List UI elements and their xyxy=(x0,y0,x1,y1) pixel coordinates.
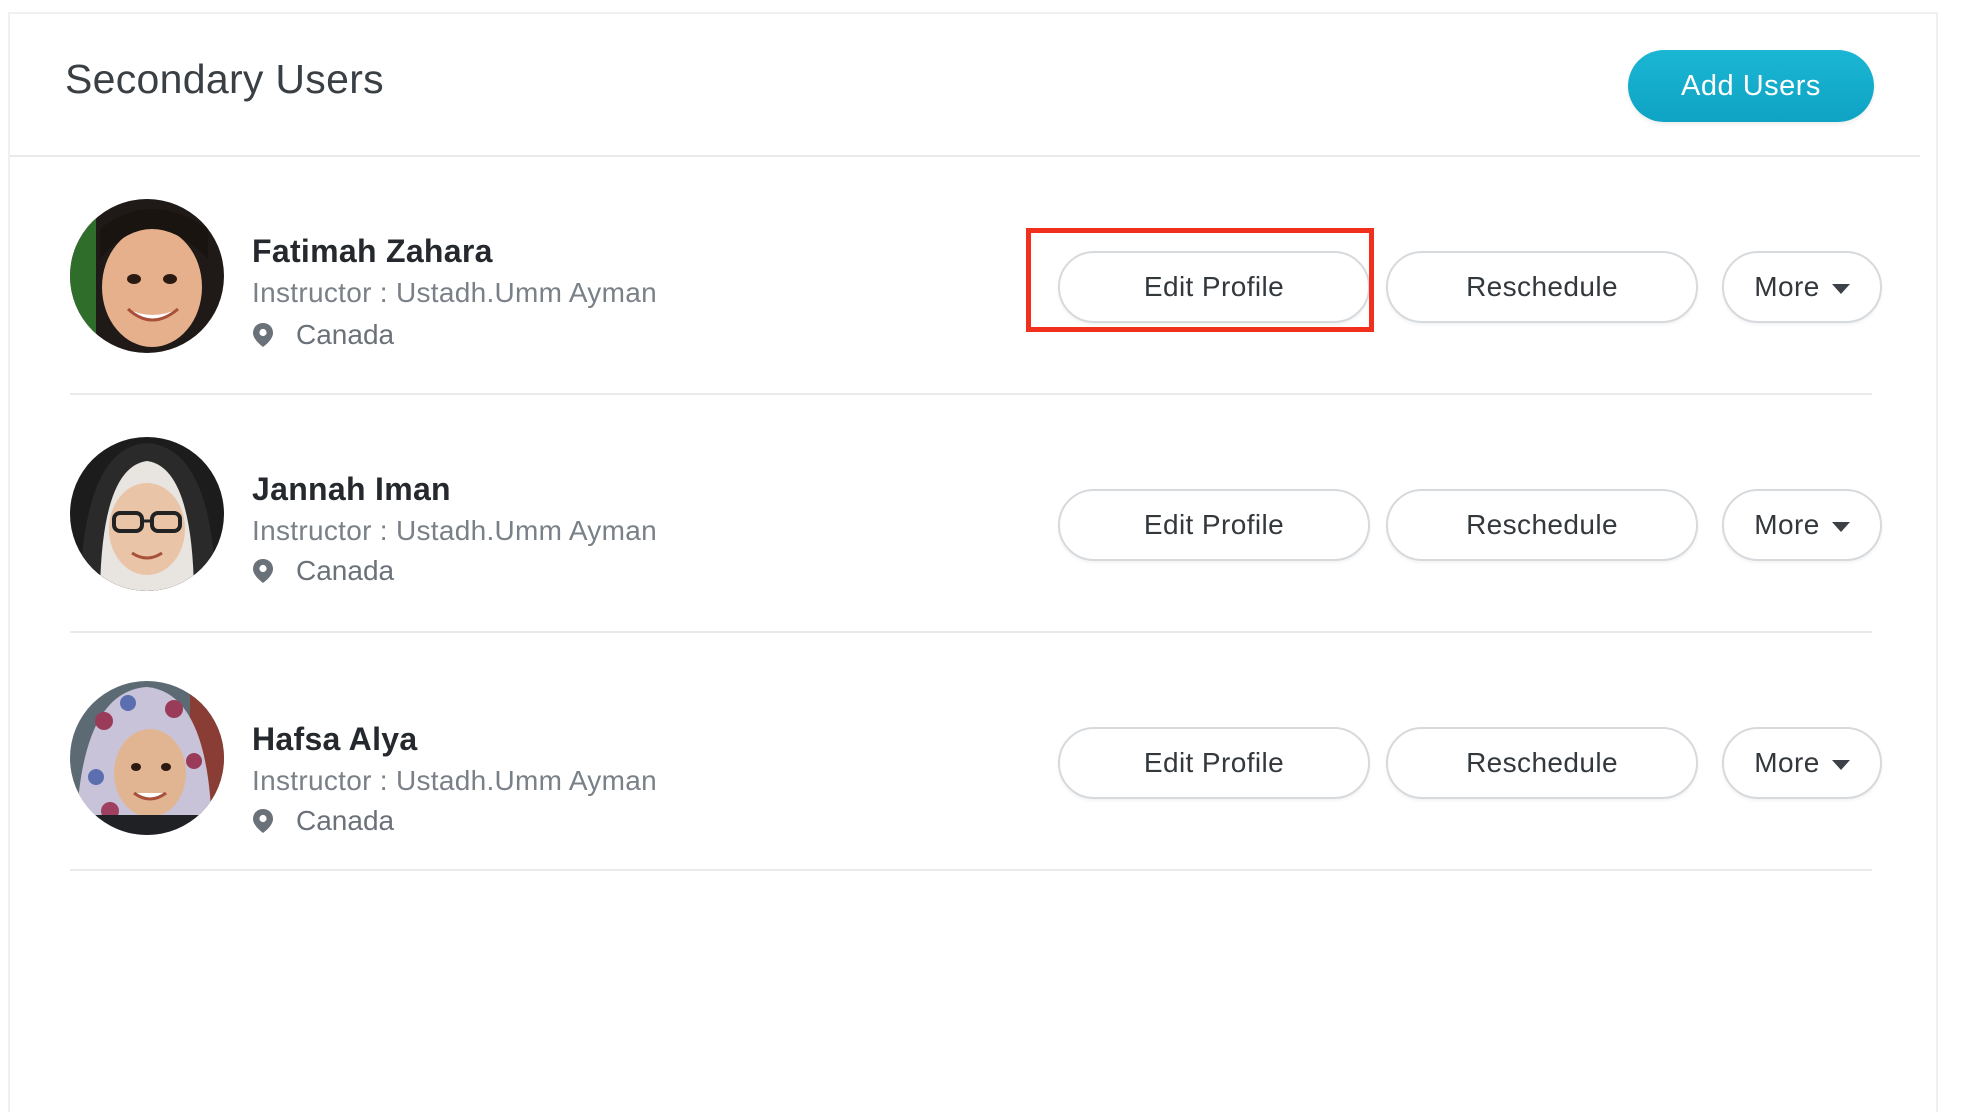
user-instructor: Instructor : Ustadh.Umm Ayman xyxy=(252,277,657,308)
caret-down-icon xyxy=(1831,283,1850,294)
avatar-image xyxy=(70,437,224,591)
user-name: Jannah Iman xyxy=(252,471,451,507)
add-users-button[interactable]: Add Users xyxy=(1628,50,1874,122)
avatar-image xyxy=(70,199,224,353)
user-instructor: Instructor : Ustadh.Umm Ayman xyxy=(252,515,657,546)
caret-down-icon xyxy=(1831,759,1850,770)
caret-down-icon xyxy=(1831,521,1850,532)
user-row: Fatimah Zahara Instructor : Ustadh.Umm A… xyxy=(70,157,1882,395)
location-text: Canada xyxy=(296,319,395,350)
more-dropdown-button[interactable]: More xyxy=(1722,727,1882,799)
user-instructor: Instructor : Ustadh.Umm Ayman xyxy=(252,765,657,796)
map-pin-icon xyxy=(253,323,273,347)
user-name: Fatimah Zahara xyxy=(252,233,493,269)
reschedule-button[interactable]: Reschedule xyxy=(1386,489,1698,561)
location-text: Canada xyxy=(296,555,395,586)
avatar xyxy=(70,437,224,591)
map-pin-icon xyxy=(253,559,273,583)
user-location: Canada xyxy=(252,319,394,351)
map-pin-icon xyxy=(253,809,273,833)
user-name: Hafsa Alya xyxy=(252,721,418,757)
more-label: More xyxy=(1754,747,1820,778)
avatar xyxy=(70,199,224,353)
secondary-users-panel: Secondary Users Add Users Fatimah Zahara… xyxy=(8,12,1938,1112)
reschedule-button[interactable]: Reschedule xyxy=(1386,727,1698,799)
page-title: Secondary Users xyxy=(65,56,384,102)
edit-profile-button[interactable]: Edit Profile xyxy=(1058,251,1370,323)
more-dropdown-button[interactable]: More xyxy=(1722,489,1882,561)
user-row: Hafsa Alya Instructor : Ustadh.Umm Ayman… xyxy=(70,633,1882,871)
edit-profile-button[interactable]: Edit Profile xyxy=(1058,727,1370,799)
user-row: Jannah Iman Instructor : Ustadh.Umm Ayma… xyxy=(70,395,1882,633)
avatar-image xyxy=(70,681,224,835)
more-label: More xyxy=(1754,271,1820,302)
avatar xyxy=(70,681,224,835)
user-location: Canada xyxy=(252,805,394,837)
more-dropdown-button[interactable]: More xyxy=(1722,251,1882,323)
panel-header: Secondary Users Add Users xyxy=(10,14,1920,157)
more-label: More xyxy=(1754,509,1820,540)
location-text: Canada xyxy=(296,805,395,836)
edit-profile-button[interactable]: Edit Profile xyxy=(1058,489,1370,561)
user-location: Canada xyxy=(252,555,394,587)
reschedule-button[interactable]: Reschedule xyxy=(1386,251,1698,323)
